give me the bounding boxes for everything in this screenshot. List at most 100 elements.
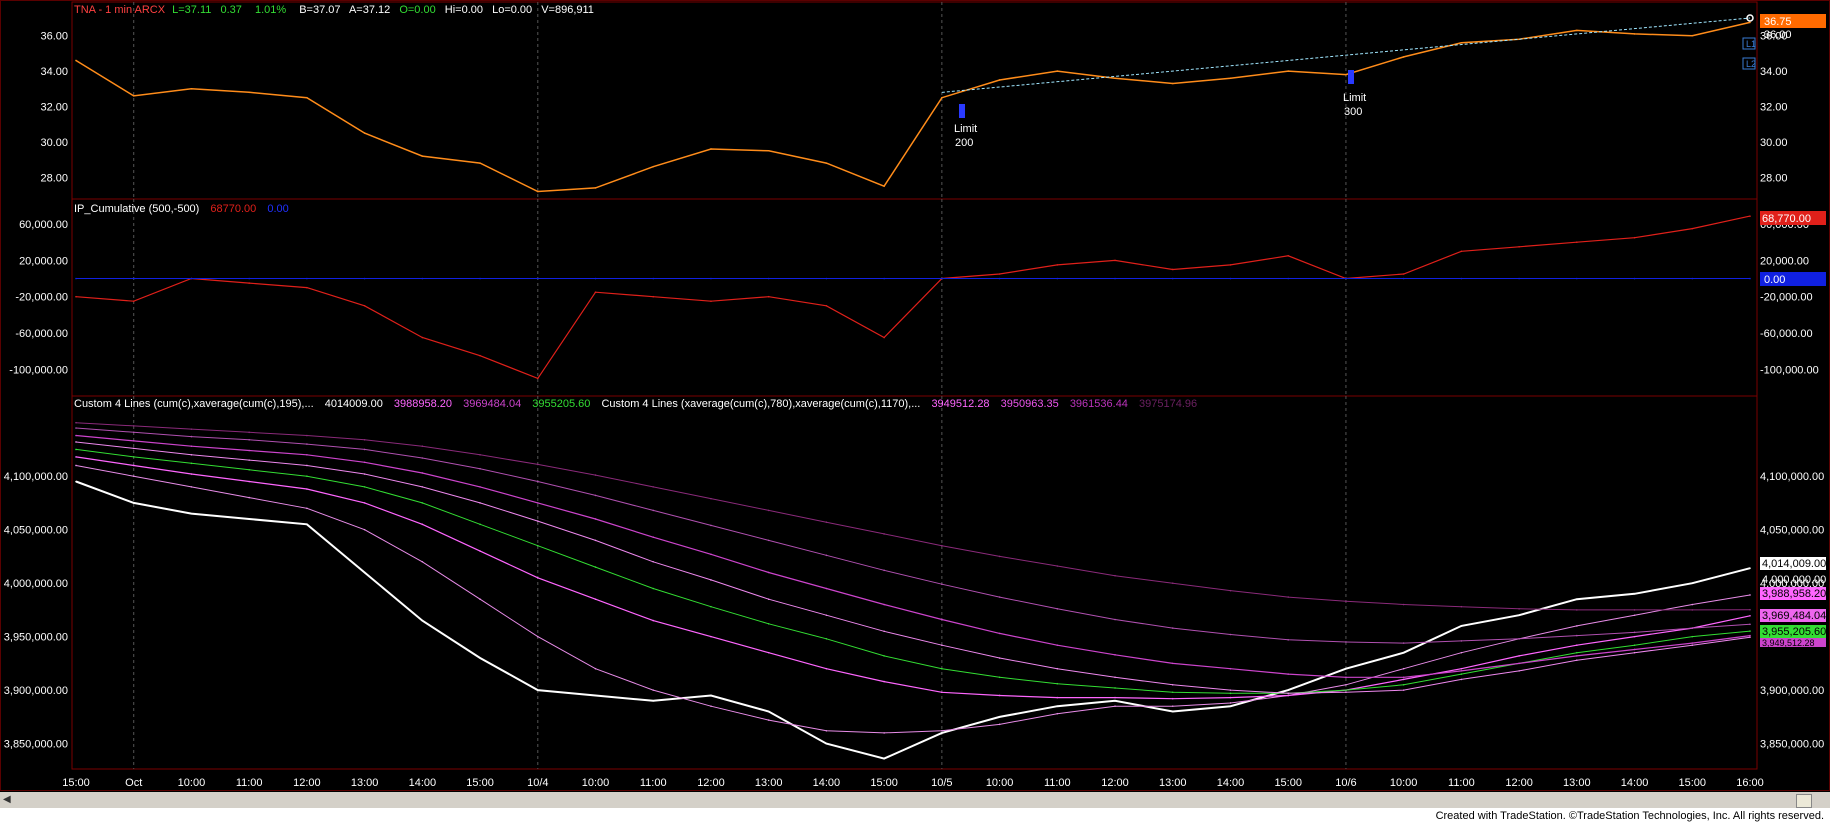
data-point	[1056, 264, 1059, 266]
data-point	[1056, 667, 1059, 670]
x-tick-label: 13:00	[755, 777, 783, 789]
data-point	[75, 277, 77, 280]
data-point	[1749, 608, 1751, 611]
data-point	[825, 587, 828, 590]
data-point	[1518, 614, 1520, 617]
horizontal-scrollbar[interactable]: ◀	[0, 792, 1830, 808]
data-point	[1460, 640, 1463, 642]
data-point	[363, 132, 366, 134]
data-point	[536, 277, 539, 280]
data-point	[75, 480, 77, 483]
scroll-left-icon[interactable]: ◀	[3, 794, 11, 805]
x-tick-label: 12:00	[1505, 777, 1533, 789]
y-tick-label-left: 20,000.00	[19, 255, 68, 267]
data-point	[1749, 630, 1751, 632]
y-tick-label-right: 32.00	[1760, 102, 1788, 114]
data-point	[883, 680, 885, 683]
data-point	[652, 277, 655, 280]
data-point	[1402, 683, 1405, 686]
data-point	[1460, 670, 1463, 672]
data-point	[883, 732, 885, 734]
data-point	[594, 277, 597, 280]
data-point	[883, 533, 885, 535]
chart-canvas: 36.00 36.00 34.00 34.00 32.00 32.00 30.00 30.00…	[0, 0, 1830, 792]
data-point	[652, 509, 655, 512]
data-point	[421, 523, 424, 526]
data-point	[767, 295, 770, 298]
x-tick-label: 11:00	[1448, 777, 1475, 789]
order-1-qty: 200	[955, 137, 973, 149]
data-point	[998, 694, 1001, 697]
data-point	[1460, 250, 1463, 253]
data-point	[767, 277, 770, 280]
data-point	[652, 560, 655, 563]
data-point	[1229, 77, 1232, 79]
lines-v5: 3949512.28	[931, 398, 989, 410]
data-point	[1749, 634, 1751, 637]
data-point	[132, 447, 135, 450]
data-point	[248, 518, 250, 520]
data-point	[536, 377, 539, 380]
y-tick-label-left: 4,000,000.00	[4, 578, 68, 590]
data-point	[421, 560, 424, 563]
data-point	[132, 464, 135, 467]
data-point	[941, 732, 943, 734]
data-point	[1229, 589, 1232, 592]
data-point	[1633, 644, 1636, 646]
data-point	[594, 291, 597, 293]
data-point	[1460, 41, 1463, 44]
data-point	[825, 742, 828, 745]
data-point	[710, 148, 712, 150]
header-line: TNA - 1 min ARCX L=37.11 0.37 1.01% B=37…	[74, 4, 594, 16]
scroll-thumb[interactable]	[1796, 794, 1812, 808]
data-point	[710, 553, 712, 556]
data-point	[1056, 705, 1059, 707]
data-point	[710, 579, 712, 581]
data-point	[652, 587, 655, 590]
data-point	[767, 719, 770, 721]
y-tick-label-right: 3,850,000.00	[1760, 739, 1824, 751]
data-point	[536, 520, 539, 522]
lines-v6: 3950963.35	[1001, 398, 1059, 410]
data-point	[306, 434, 308, 437]
data-point	[1691, 582, 1694, 584]
data-point	[1287, 694, 1290, 697]
y-tick-label-right: -20,000.00	[1760, 292, 1813, 304]
cum-value: 68770.00	[210, 203, 256, 215]
data-point	[1691, 277, 1694, 280]
data-point	[594, 667, 597, 670]
data-point	[710, 524, 712, 527]
data-point	[1749, 594, 1751, 596]
x-tick-label: 10:00	[178, 777, 206, 789]
data-point	[767, 149, 770, 152]
data-point	[248, 282, 250, 284]
data-point	[767, 539, 770, 542]
data-point	[248, 449, 250, 452]
data-point	[75, 421, 77, 424]
data-point	[1171, 268, 1174, 271]
lines-title-1: Custom 4 Lines (cum(c),xaverage(cum(c),1…	[74, 398, 314, 410]
data-point	[1576, 598, 1578, 600]
data-point	[1402, 642, 1405, 644]
data-point	[1287, 255, 1290, 257]
data-point	[1691, 227, 1694, 230]
x-tick-label: 10/6	[1335, 777, 1356, 789]
cum-badge: 68,770.00	[1762, 213, 1811, 225]
data-point	[1691, 34, 1694, 37]
data-point	[1171, 662, 1174, 665]
data-point	[1345, 689, 1347, 691]
y-tick-label-right: 28.00	[1760, 172, 1788, 184]
data-point	[1749, 636, 1751, 638]
x-tick-label: 10:00	[1390, 777, 1418, 789]
data-point	[1229, 277, 1232, 280]
bid-label: B=37.07	[299, 4, 340, 16]
y-tick-label-right: 20,000.00	[1760, 255, 1809, 267]
data-point	[1576, 651, 1578, 654]
marker-l1: L1	[1746, 39, 1756, 49]
data-point	[1402, 603, 1405, 606]
data-point	[1691, 644, 1694, 646]
data-point	[1229, 705, 1232, 707]
x-tick-label: 12:00	[697, 777, 725, 789]
y-tick-label-right: 4,050,000.00	[1760, 525, 1824, 537]
data-point	[1460, 667, 1463, 670]
